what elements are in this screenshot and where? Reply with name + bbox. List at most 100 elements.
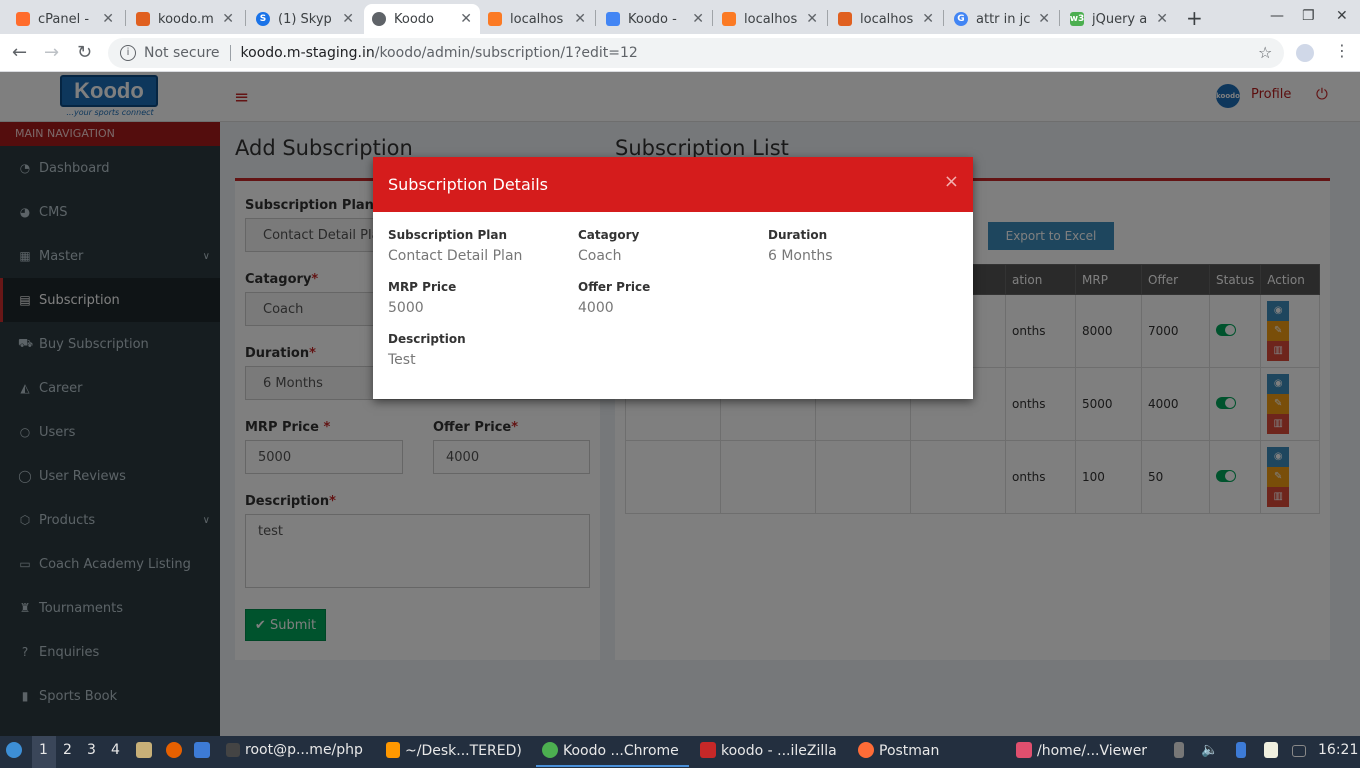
tab-title: localhos — [510, 11, 564, 27]
xampp-favicon-icon — [488, 12, 502, 26]
tab-title: (1) Skyp — [278, 11, 332, 27]
detail-label: Offer Price — [578, 280, 651, 294]
minimize-icon[interactable]: — — [1270, 8, 1284, 24]
detail-offer: Offer Price 4000 — [578, 280, 650, 316]
close-tab-icon[interactable]: ✕ — [460, 11, 472, 27]
battery-icon[interactable] — [1264, 742, 1283, 759]
detail-label: MRP Price — [388, 280, 457, 294]
browser-tab[interactable]: S (1) Skyp ✕ — [248, 4, 362, 34]
tab-separator — [943, 10, 944, 26]
tab-title: koodo.m — [158, 11, 214, 27]
not-secure-label: Not secure — [144, 45, 220, 61]
forward-arrow-icon[interactable]: → — [44, 42, 59, 63]
filezilla-task[interactable]: koodo - ...ileZilla — [700, 742, 837, 759]
address-bar[interactable]: i Not secure koodo.m-staging.in/koodo/ad… — [108, 38, 1284, 68]
clipboard-icon[interactable] — [1174, 742, 1189, 759]
back-arrow-icon[interactable]: ← — [12, 42, 27, 63]
update-notification-icon[interactable] — [1236, 742, 1251, 759]
google-docs-favicon-icon — [606, 12, 620, 26]
sublime-icon — [386, 742, 400, 758]
browser-tab[interactable]: koodo.m ✕ — [128, 4, 242, 34]
desktop-icon[interactable] — [194, 742, 215, 759]
close-tab-icon[interactable]: ✕ — [222, 11, 234, 27]
close-window-icon[interactable]: ✕ — [1336, 8, 1348, 24]
tab-title: localhos — [860, 11, 914, 27]
detail-label: Duration — [768, 228, 828, 242]
browser-tab[interactable]: Gattr in jc ✕ — [946, 4, 1058, 34]
browser-tab[interactable]: cPanel - ✕ — [8, 4, 122, 34]
sublime-task[interactable]: ~/Desk...TERED) — [386, 742, 522, 759]
tab-title: jQuery a — [1092, 11, 1148, 27]
tab-separator — [245, 10, 246, 26]
close-tab-icon[interactable]: ✕ — [342, 11, 354, 27]
google-favicon-icon: G — [954, 12, 968, 26]
tab-separator — [1059, 10, 1060, 26]
task-label: /home/...Viewer — [1037, 743, 1148, 759]
terminal-task[interactable]: root@p...me/php — [226, 742, 363, 758]
postman-task[interactable]: Postman — [858, 742, 939, 759]
volume-icon[interactable]: 🔈 — [1201, 742, 1218, 758]
phpmyadmin-favicon-icon — [838, 12, 852, 26]
tab-title: cPanel - — [38, 11, 90, 27]
clock: 16:21 — [1318, 742, 1359, 758]
bookmark-star-icon[interactable]: ☆ — [1258, 43, 1272, 62]
tab-separator — [125, 10, 126, 26]
detail-value: Coach — [578, 248, 622, 264]
close-tab-icon[interactable]: ✕ — [922, 11, 934, 27]
new-tab-icon[interactable]: + — [1186, 6, 1203, 30]
close-tab-icon[interactable]: ✕ — [1038, 11, 1050, 27]
terminal-icon — [226, 743, 240, 757]
os-menu-icon[interactable] — [6, 742, 27, 759]
firefox-icon[interactable] — [166, 742, 187, 759]
detail-value: 5000 — [388, 300, 424, 316]
browser-tab-active[interactable]: Koodo ✕ — [364, 4, 480, 34]
image-viewer-task[interactable]: /home/...Viewer — [1016, 742, 1147, 759]
browser-tab-strip: cPanel - ✕ koodo.m ✕ S (1) Skyp ✕ Koodo ✕ loc… — [0, 0, 1360, 34]
detail-description: Description Test — [388, 332, 466, 368]
workspace-1[interactable]: 1 — [39, 742, 48, 758]
browser-tab[interactable]: localhos ✕ — [714, 4, 826, 34]
tab-title: Koodo - — [628, 11, 677, 27]
browser-tab[interactable]: Koodo - ✕ — [598, 4, 712, 34]
reload-icon[interactable]: ↻ — [77, 42, 92, 63]
workspace-3[interactable]: 3 — [87, 742, 96, 758]
subscription-details-modal: Subscription Details × Subscription Plan… — [373, 157, 973, 399]
display-icon[interactable] — [1292, 742, 1311, 758]
detail-value: Contact Detail Plan — [388, 248, 523, 264]
image-viewer-icon — [1016, 742, 1032, 758]
browser-menu-icon[interactable]: ⋮ — [1334, 41, 1350, 60]
browser-tab[interactable]: localhos ✕ — [830, 4, 942, 34]
desktop-taskbar: 1 2 3 4 root@p...me/php ~/Desk...TERED) … — [0, 736, 1360, 768]
chrome-icon — [542, 742, 558, 758]
close-tab-icon[interactable]: ✕ — [692, 11, 704, 27]
browser-tab[interactable]: localhos ✕ — [480, 4, 594, 34]
globe-favicon-icon — [372, 12, 386, 26]
info-icon[interactable]: i — [120, 45, 136, 61]
workspace-2[interactable]: 2 — [63, 742, 72, 758]
close-tab-icon[interactable]: ✕ — [574, 11, 586, 27]
detail-category: Catagory Coach — [578, 228, 639, 264]
task-label: root@p...me/php — [245, 742, 363, 758]
tab-separator — [827, 10, 828, 26]
detail-plan: Subscription Plan Contact Detail Plan — [388, 228, 522, 264]
close-tab-icon[interactable]: ✕ — [806, 11, 818, 27]
filezilla-icon — [700, 742, 716, 758]
file-manager-icon[interactable] — [136, 742, 157, 759]
close-icon[interactable]: × — [944, 171, 959, 192]
detail-value: 4000 — [578, 300, 614, 316]
extension-icon[interactable] — [1296, 44, 1314, 62]
detail-mrp: MRP Price 5000 — [388, 280, 456, 316]
close-tab-icon[interactable]: ✕ — [102, 11, 114, 27]
skype-favicon-icon: S — [256, 12, 270, 26]
tab-title: attr in jc — [976, 11, 1031, 27]
task-label: Koodo ...Chrome — [563, 743, 679, 759]
close-tab-icon[interactable]: ✕ — [1156, 11, 1168, 27]
chrome-task[interactable]: Koodo ...Chrome — [542, 742, 679, 759]
restore-window-icon[interactable]: ❐ — [1302, 8, 1315, 24]
browser-tab[interactable]: w3 jQuery a ✕ — [1062, 4, 1176, 34]
tab-title: localhos — [744, 11, 798, 27]
workspace-4[interactable]: 4 — [111, 742, 120, 758]
modal-title: Subscription Details — [388, 175, 548, 194]
detail-value: 6 Months — [768, 248, 833, 264]
detail-value: Test — [388, 352, 416, 368]
